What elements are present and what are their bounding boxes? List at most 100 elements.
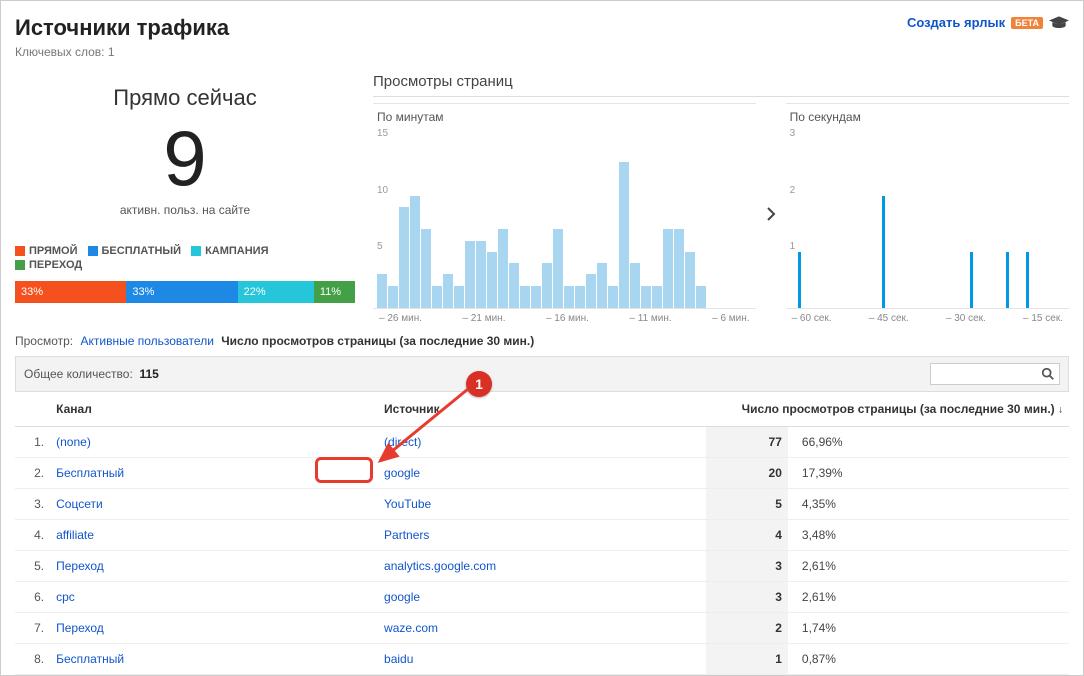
chart-bar xyxy=(553,229,563,308)
source-link[interactable]: analytics.google.com xyxy=(384,559,496,573)
chart-bar xyxy=(1006,252,1009,308)
source-link[interactable]: baidu xyxy=(384,652,413,666)
row-index: 3. xyxy=(15,489,50,520)
chart-bar xyxy=(586,274,596,308)
channel-link[interactable]: Бесплатный xyxy=(56,466,124,480)
pageviews-count: 20 xyxy=(706,458,788,489)
col-source[interactable]: Источник xyxy=(378,392,706,427)
chart-bar xyxy=(454,286,464,309)
filter-active-users[interactable]: Активные пользователи xyxy=(80,334,213,348)
chart-x-label: – 11 мин. xyxy=(629,313,671,324)
chart-x-label: – 30 сек. xyxy=(946,313,986,324)
chart-per-second-label: По секундам xyxy=(786,104,1069,128)
distribution-segment: 33% xyxy=(126,281,237,303)
chart-x-label: – 16 мин. xyxy=(546,313,589,324)
distribution-segment: 33% xyxy=(15,281,126,303)
total-count: Общее количество: 115 xyxy=(24,367,159,381)
chart-bar xyxy=(498,229,508,308)
channel-link[interactable]: Бесплатный xyxy=(56,652,124,666)
chart-bar xyxy=(399,207,409,308)
pageviews-count: 77 xyxy=(706,427,788,458)
chart-per-minute: По минутам 51015 – 26 мин.– 21 мин.– 16 … xyxy=(373,103,756,324)
chart-bar xyxy=(575,286,585,309)
channel-link[interactable]: cpc xyxy=(56,590,75,604)
table-row: 3.СоцсетиYouTube54,35% xyxy=(15,489,1069,520)
distribution-segment: 22% xyxy=(238,281,314,303)
chart-bar xyxy=(432,286,442,309)
row-index: 4. xyxy=(15,520,50,551)
table-row: 1.(none)(direct)7766,96% xyxy=(15,427,1069,458)
active-users-count: 9 xyxy=(15,119,355,197)
education-icon[interactable] xyxy=(1049,16,1069,30)
chevron-right-icon xyxy=(766,207,776,221)
table-row: 6.cpcgoogle32,61% xyxy=(15,582,1069,613)
source-link[interactable]: (direct) xyxy=(384,435,421,449)
traffic-distribution-bar: 33%33%22%11% xyxy=(15,281,355,303)
chart-bar xyxy=(421,229,431,308)
chart-bar xyxy=(619,162,629,308)
channel-link[interactable]: Соцсети xyxy=(56,497,103,511)
source-link[interactable]: google xyxy=(384,590,420,604)
chart-bar xyxy=(465,241,475,309)
chart-bar xyxy=(641,286,651,309)
channel-link[interactable]: Переход xyxy=(56,621,104,635)
pageviews-title: Просмотры страниц xyxy=(373,73,1069,97)
chart-bar xyxy=(663,229,673,308)
chart-x-label: – 15 сек. xyxy=(1023,313,1063,324)
pageviews-percent: 17,39% xyxy=(788,458,1069,489)
filter-pageviews[interactable]: Число просмотров страницы (за последние … xyxy=(221,334,534,348)
chart-bar xyxy=(564,286,574,309)
chart-bar xyxy=(520,286,530,309)
row-index: 2. xyxy=(15,458,50,489)
legend-item: ПРЯМОЙ xyxy=(15,245,78,257)
pageviews-percent: 2,61% xyxy=(788,551,1069,582)
pageviews-count: 2 xyxy=(706,613,788,644)
pageviews-count: 4 xyxy=(706,520,788,551)
distribution-segment: 11% xyxy=(314,281,355,303)
col-channel[interactable]: Канал xyxy=(50,392,378,427)
channel-link[interactable]: (none) xyxy=(56,435,91,449)
right-now-title: Прямо сейчас xyxy=(15,85,355,111)
traffic-table: Канал Источник Число просмотров страницы… xyxy=(15,392,1069,675)
source-link[interactable]: Partners xyxy=(384,528,429,542)
legend-item: ПЕРЕХОД xyxy=(15,259,82,271)
chart-bar xyxy=(630,263,640,308)
legend-item: БЕСПЛАТНЫЙ xyxy=(88,245,182,257)
chart-bar xyxy=(388,286,398,309)
legend-item: КАМПАНИЯ xyxy=(191,245,268,257)
search-icon xyxy=(1041,367,1055,381)
col-pageviews[interactable]: Число просмотров страницы (за последние … xyxy=(706,392,1069,427)
pageviews-count: 3 xyxy=(706,551,788,582)
row-index: 8. xyxy=(15,644,50,675)
table-row: 4. affiliate Partners 43,48% xyxy=(15,520,1069,551)
pageviews-percent: 3,48% xyxy=(788,520,1069,551)
pageviews-percent: 0,87% xyxy=(788,644,1069,675)
chart-bar xyxy=(509,263,519,308)
chart-next-arrow[interactable] xyxy=(762,103,780,324)
chart-x-label: – 60 сек. xyxy=(792,313,832,324)
chart-x-label: – 26 мин. xyxy=(379,313,422,324)
pageviews-count: 5 xyxy=(706,489,788,520)
chart-x-label: – 6 мин. xyxy=(712,313,749,324)
chart-bar xyxy=(882,196,885,309)
chart-bar xyxy=(542,263,552,308)
search-input[interactable] xyxy=(930,363,1060,385)
chart-bar xyxy=(798,252,801,308)
create-shortcut-link[interactable]: Создать ярлык xyxy=(907,15,1005,30)
chart-bar xyxy=(608,286,618,309)
chart-bar xyxy=(674,229,684,308)
traffic-legend: ПРЯМОЙ БЕСПЛАТНЫЙ КАМПАНИЯ ПЕРЕХОД xyxy=(15,245,355,273)
source-link[interactable]: google xyxy=(384,466,420,480)
page-title: Источники трафика xyxy=(15,15,229,41)
pageviews-count: 3 xyxy=(706,582,788,613)
source-link[interactable]: YouTube xyxy=(384,497,431,511)
row-index: 5. xyxy=(15,551,50,582)
chart-bar xyxy=(377,274,387,308)
chart-bar xyxy=(970,252,973,308)
source-link[interactable]: waze.com xyxy=(384,621,438,635)
view-filter: Просмотр: Активные пользователи Число пр… xyxy=(15,334,1069,356)
table-row: 5. Переход analytics.google.com 32,61% xyxy=(15,551,1069,582)
channel-link[interactable]: Переход xyxy=(56,559,104,573)
pageviews-percent: 1,74% xyxy=(788,613,1069,644)
channel-link[interactable]: affiliate xyxy=(56,528,94,542)
